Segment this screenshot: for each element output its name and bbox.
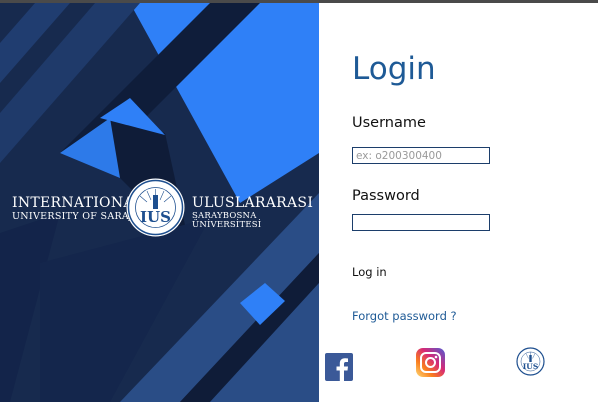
forgot-password-link[interactable]: Forgot password ? — [352, 309, 457, 323]
seal-text: IUS — [140, 208, 171, 226]
password-input[interactable] — [352, 214, 490, 231]
facebook-icon[interactable] — [325, 353, 353, 381]
login-panel: Login Username Password Log in Forgot pa… — [319, 3, 598, 402]
password-label: Password — [352, 188, 420, 204]
username-input[interactable] — [352, 147, 490, 164]
university-name-tr-line2: SARAYBOSNA ÜNİVERSİTESİ — [192, 211, 262, 230]
ius-logo-icon[interactable]: IUS — [516, 347, 545, 376]
university-seal-icon: IUS — [126, 178, 185, 237]
instagram-icon[interactable] — [416, 348, 445, 377]
university-name-turkish: ULUSLARARASI SARAYBOSNA ÜNİVERSİTESİ — [192, 196, 319, 229]
ius-logo-text: IUS — [523, 362, 538, 371]
branding-panel: INTERNATIONAL UNIVERSITY OF SARAJEVO IUS… — [0, 3, 319, 402]
login-button[interactable]: Log in — [350, 263, 389, 281]
university-name-tr-line1: ULUSLARARASI — [192, 195, 314, 211]
username-label: Username — [352, 115, 426, 131]
login-title: Login — [352, 51, 436, 87]
